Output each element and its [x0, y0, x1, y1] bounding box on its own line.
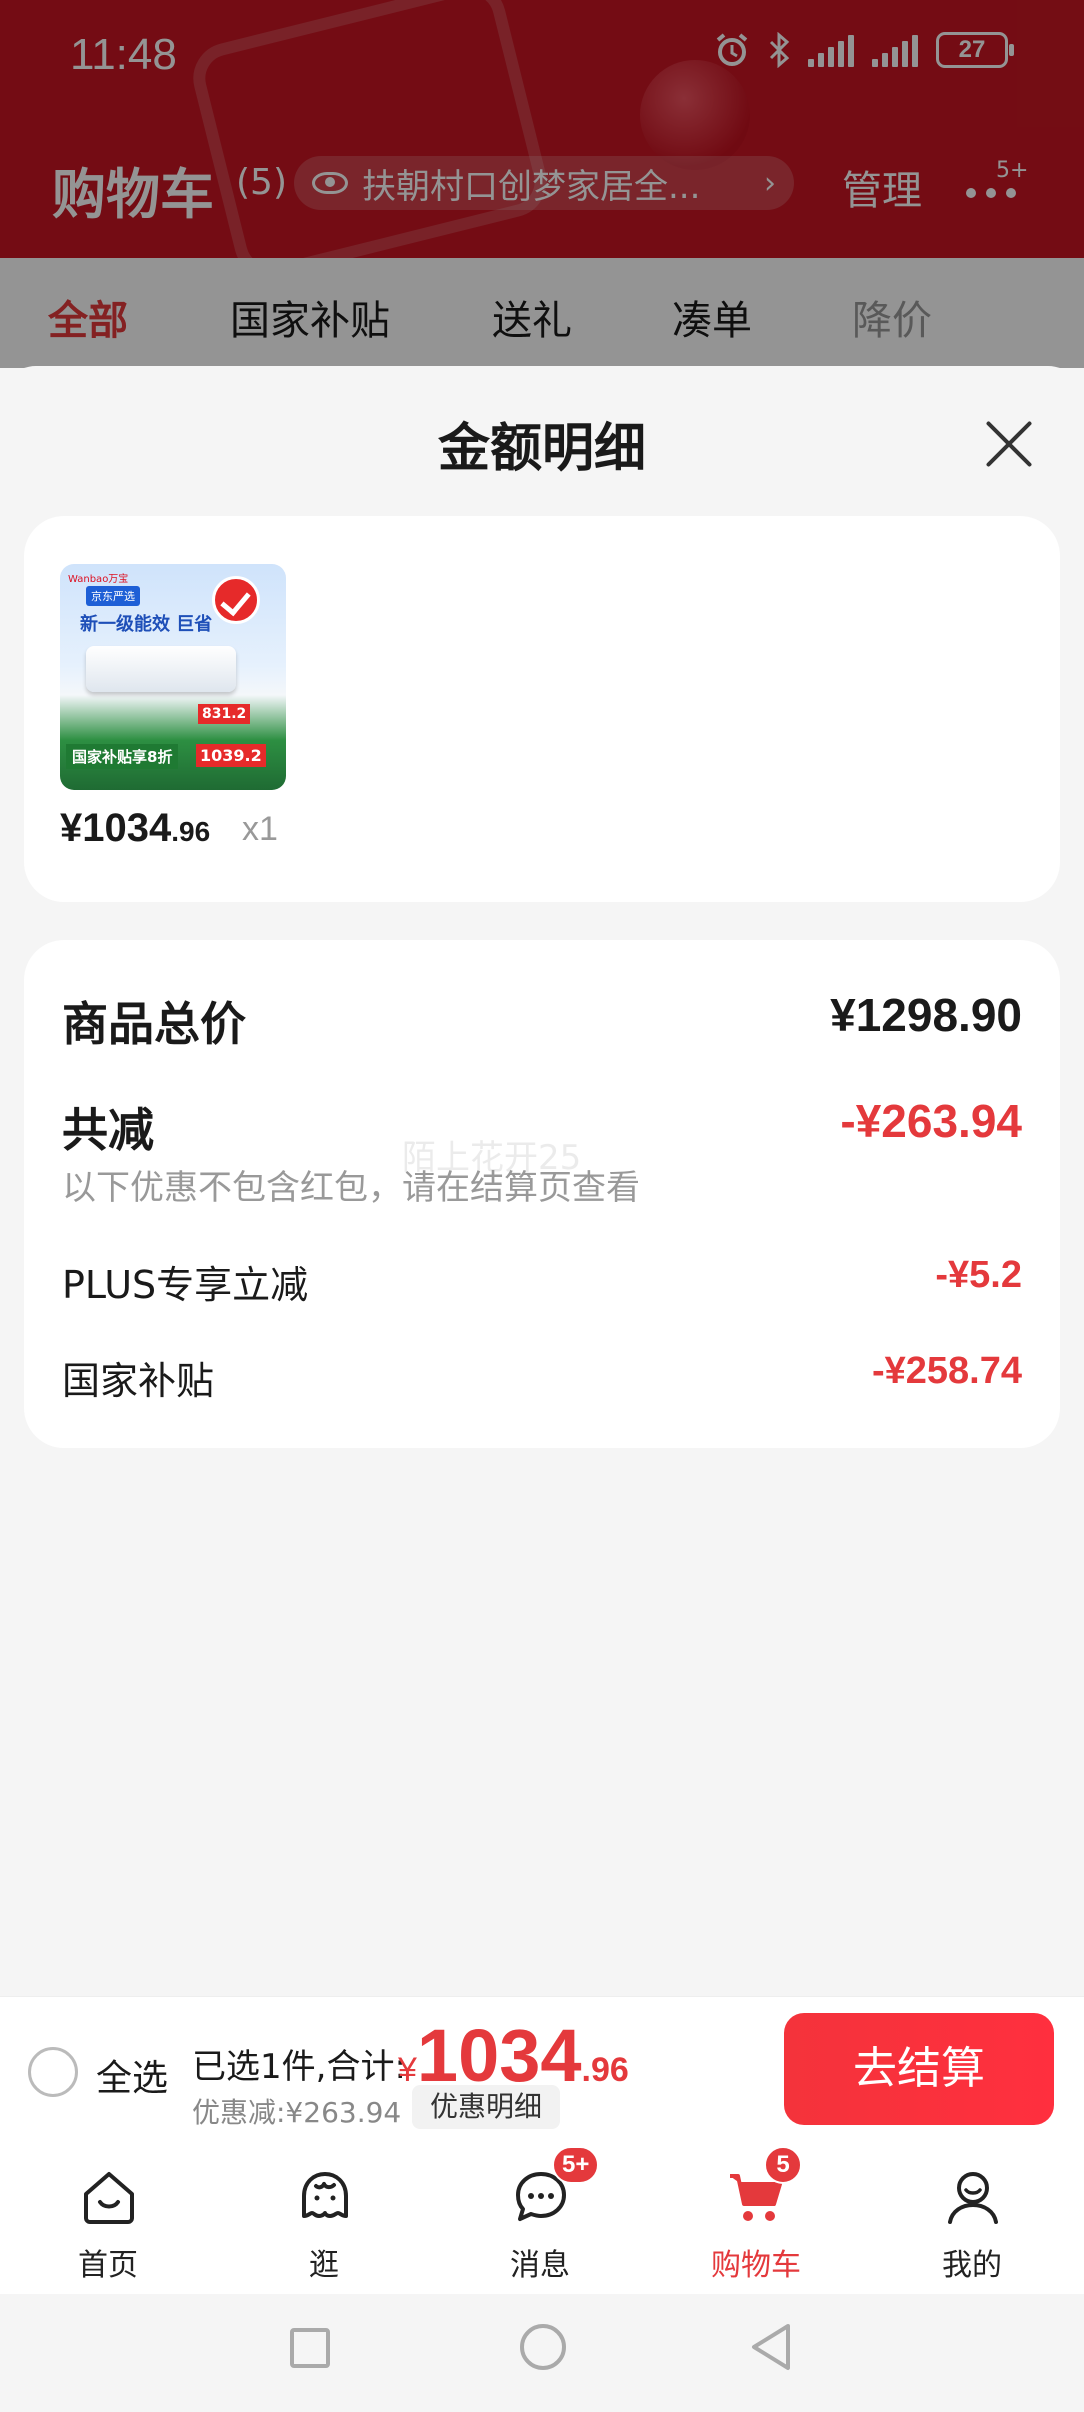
total-label: 商品总价 [62, 997, 246, 1051]
nav-profile[interactable]: 我的 [892, 2144, 1052, 2294]
thumb-low-price: 1039.2 [196, 744, 266, 767]
plus-discount-label: PLUS专享立减 [62, 1263, 309, 1307]
system-nav-bar [0, 2294, 1084, 2412]
saved-amount: 优惠减:¥263.94 [192, 2096, 402, 2129]
cart-badge: 5 [764, 2146, 802, 2184]
nav-home[interactable]: 首页 [28, 2144, 188, 2294]
nav-label: 首页 [78, 2248, 138, 2283]
bottom-nav: 首页 逛 5+ 消息 5 购物车 我的 [0, 2144, 1084, 2294]
profile-icon [948, 2172, 998, 2224]
recents-icon[interactable] [290, 2328, 330, 2368]
discount-label: 共减 [62, 1103, 154, 1157]
plus-discount-value: -¥5.2 [935, 1254, 1022, 1296]
close-icon[interactable] [982, 418, 1034, 470]
select-all-label[interactable]: 全选 [96, 2049, 168, 2101]
thumb-subsidy-tag: 国家补贴享8折 [66, 744, 179, 769]
nav-label: 购物车 [711, 2248, 801, 2283]
discount-value: -¥263.94 [840, 1095, 1022, 1147]
total-frac: .96 [581, 2051, 629, 2089]
subsidy-label: 国家补贴 [62, 1359, 215, 1403]
discount-note: 以下优惠不包含红包，请在结算页查看 [62, 1168, 640, 1208]
thumb-headline: 新一级能效 巨省 [80, 614, 213, 635]
thumb-headline-tag: 京东严选 [86, 586, 140, 606]
item-quantity: x1 [242, 810, 278, 848]
checkout-bar: 全选 已选1件,合计: ¥1034.96 优惠减:¥263.94 优惠明细 去结… [0, 1996, 1084, 2144]
item-price-int: ¥1034 [60, 806, 172, 850]
nav-browse[interactable]: 逛 [244, 2144, 404, 2294]
thumb-brand: Wanbao万宝 [68, 574, 129, 585]
nav-label: 我的 [942, 2248, 1002, 2283]
select-all-checkbox[interactable] [28, 2047, 78, 2097]
total-value: ¥1298.90 [830, 989, 1022, 1041]
discount-detail-button[interactable]: 优惠明细 [412, 2085, 561, 2129]
nav-label: 逛 [309, 2248, 339, 2283]
item-price-frac: .96 [171, 816, 211, 847]
home-icon [84, 2172, 134, 2224]
checkout-button[interactable]: 去结算 [784, 2013, 1054, 2125]
sheet-title: 金额明细 [437, 419, 646, 479]
back-icon[interactable] [748, 2322, 794, 2372]
browse-icon [302, 2172, 348, 2218]
air-conditioner-image [86, 646, 236, 692]
thumb-price-tag: 831.2 [198, 704, 251, 724]
dim-overlay[interactable] [0, 0, 1084, 368]
subsidy-value: -¥258.74 [871, 1350, 1022, 1392]
selected-info: 已选1件,合计: [192, 2047, 406, 2087]
message-badge: 5+ [552, 2146, 600, 2184]
selected-check-icon[interactable] [212, 576, 260, 624]
currency-symbol: ¥ [398, 2051, 417, 2089]
nav-messages[interactable]: 5+ 消息 [460, 2144, 620, 2294]
nav-cart[interactable]: 5 购物车 [676, 2144, 836, 2294]
item-price: ¥1034.96 [60, 806, 210, 851]
home-circle-icon[interactable] [520, 2324, 566, 2370]
nav-label: 消息 [510, 2248, 570, 2283]
